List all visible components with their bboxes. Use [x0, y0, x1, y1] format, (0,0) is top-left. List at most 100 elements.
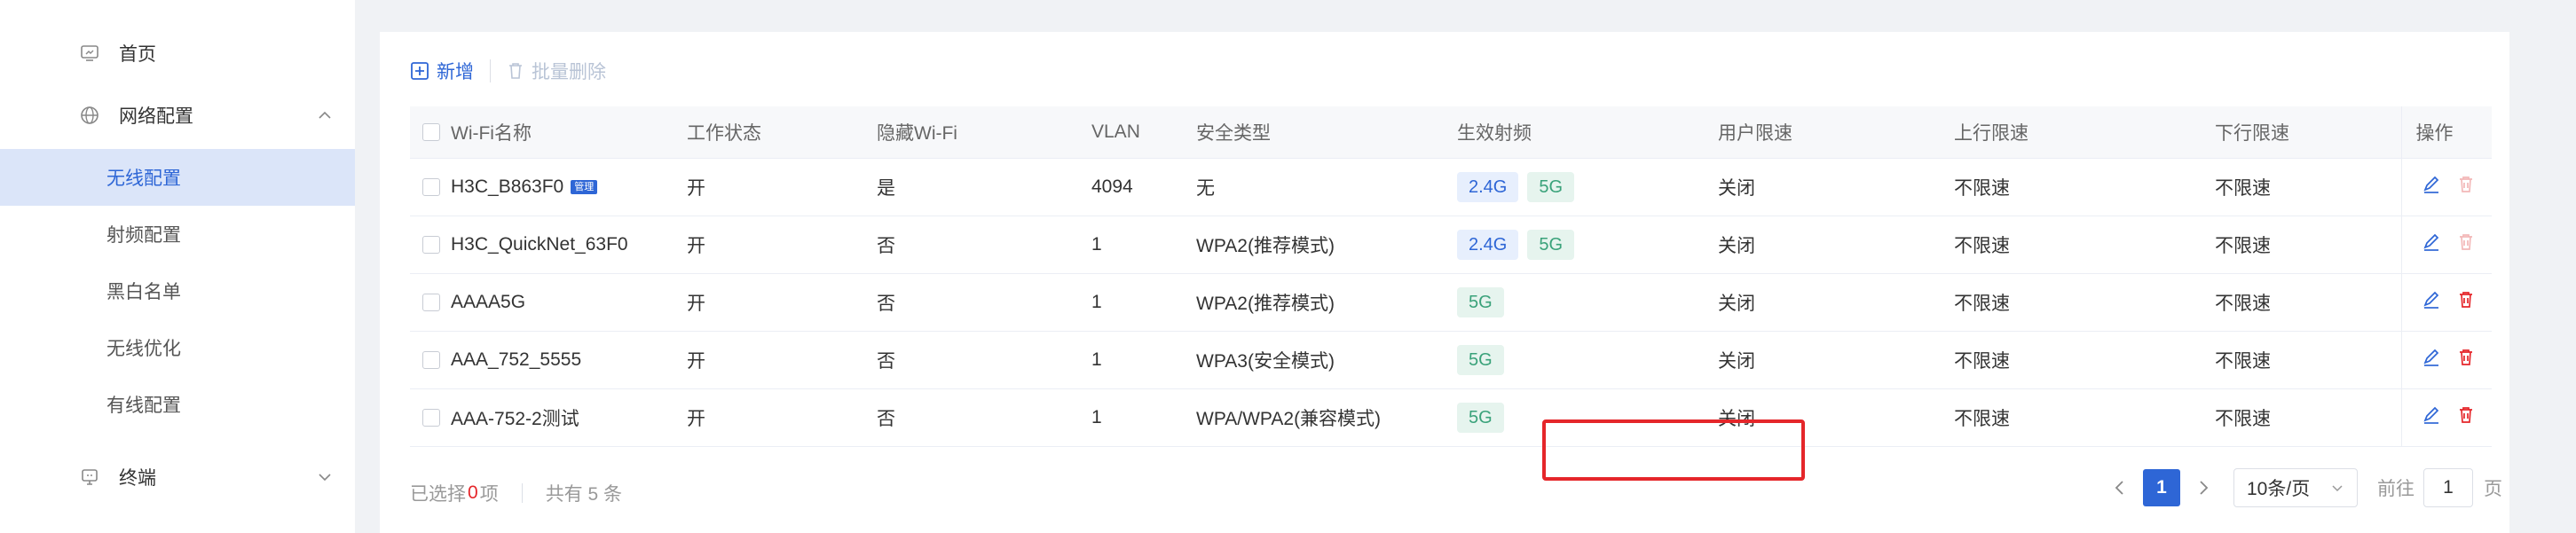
page-size-value: 10条/页 [2247, 479, 2311, 499]
band-badge-5g: 5G [1527, 172, 1575, 202]
wifi-name-cell: H3C_QuickNet_63F0 [451, 216, 687, 274]
wifi-table: Wi-Fi名称 工作状态 隐藏Wi-Fi VLAN 安全类型 生效射频 用户限速… [410, 106, 2492, 447]
edit-icon[interactable] [2422, 348, 2441, 372]
add-button[interactable]: 新增 [410, 58, 474, 84]
band-badge-5g: 5G [1527, 230, 1575, 260]
toolbar: 新增 批量删除 [410, 53, 606, 89]
sidebar-item-radio-config[interactable]: 射频配置 [0, 206, 355, 263]
table-row: AAA_752_5555 开否 1 WPA3(安全模式) 5G 关闭 不限速 不限速 [410, 331, 2492, 389]
actions-cell [2400, 388, 2492, 447]
vlan-cell: 1 [1091, 331, 1196, 389]
band-badge-5g: 5G [1457, 403, 1504, 433]
downlink-limit-cell: 不限速 [2215, 388, 2401, 447]
terminal-device-icon [80, 467, 99, 487]
sidebar-item-label: 无线优化 [106, 339, 181, 359]
column-header: 上行限速 [1954, 106, 2215, 159]
user-limit-cell: 关闭 [1718, 331, 1954, 389]
table-header-row: Wi-Fi名称 工作状态 隐藏Wi-Fi VLAN 安全类型 生效射频 用户限速… [410, 106, 2492, 159]
uplink-limit-cell: 不限速 [1954, 273, 2215, 332]
status-cell: 开 [687, 158, 877, 216]
row-checkbox[interactable] [422, 294, 440, 312]
delete-icon[interactable] [2457, 290, 2475, 315]
sidebar-item-home[interactable]: 首页 [0, 25, 355, 82]
chevron-right-icon [2200, 481, 2209, 495]
band-badge-5g: 5G [1457, 287, 1504, 317]
goto-page-input[interactable] [2423, 468, 2473, 507]
footer-divider [521, 483, 523, 503]
vlan-cell: 1 [1091, 388, 1196, 447]
page-number-button[interactable]: 1 [2143, 469, 2180, 506]
row-checkbox[interactable] [422, 409, 440, 427]
delete-icon[interactable] [2457, 348, 2475, 372]
edit-icon[interactable] [2422, 290, 2441, 315]
sidebar-item-wired-config[interactable]: 有线配置 [0, 376, 355, 433]
vlan-cell: 4094 [1091, 158, 1196, 216]
chevron-left-icon [2115, 481, 2123, 495]
wifi-name: H3C_QuickNet_63F0 [451, 234, 628, 255]
column-header: 隐藏Wi-Fi [877, 106, 1091, 159]
selected-prefix: 已选择 [410, 484, 466, 505]
table-row: H3C_B863F0 管理开是 4094 无 2.4G 5G 关闭 不限速 不限速 [410, 158, 2492, 216]
sidebar-item-label: 网络配置 [119, 106, 193, 127]
row-checkbox[interactable] [422, 351, 440, 370]
sidebar-item-network-config[interactable]: 网络配置 [0, 87, 355, 144]
next-page-button[interactable] [2193, 477, 2214, 498]
chevron-down-icon [316, 468, 334, 486]
delete-icon[interactable] [2457, 405, 2475, 430]
band-cell: 5G [1457, 273, 1718, 332]
sidebar: 首页 网络配置 无线配置 射频配置 黑白名单 无线优化 有线配置 终端 [0, 0, 355, 533]
wifi-name: AAAA5G [451, 292, 526, 312]
page-unit-label: 页 [2484, 479, 2502, 499]
edit-icon[interactable] [2422, 232, 2441, 257]
selected-count: 0 [468, 482, 478, 503]
wifi-name: AAA-752-2测试 [451, 409, 579, 429]
hidden-cell: 否 [877, 331, 1091, 389]
trash-icon [509, 63, 522, 79]
sidebar-item-black-white-list[interactable]: 黑白名单 [0, 263, 355, 319]
band-badge-2g: 2.4G [1457, 230, 1519, 260]
selected-suffix: 项 [479, 484, 499, 505]
band-badge-2g: 2.4G [1457, 172, 1519, 202]
delete-icon [2457, 232, 2475, 257]
hidden-cell: 否 [877, 273, 1091, 332]
sidebar-item-wireless-config[interactable]: 无线配置 [0, 149, 355, 206]
sidebar-item-label: 黑白名单 [106, 282, 181, 302]
chevron-up-icon [316, 106, 334, 124]
sidebar-item-wireless-optimize[interactable]: 无线优化 [0, 319, 355, 376]
band-badge-5g: 5G [1457, 345, 1504, 375]
table-row: AAA-752-2测试开否 1 WPA/WPA2(兼容模式) 5G 关闭 不限速 不限速 [410, 388, 2492, 447]
uplink-limit-cell: 不限速 [1954, 331, 2215, 389]
status-cell: 开 [687, 388, 877, 447]
hidden-cell: 是 [877, 158, 1091, 216]
actions-cell [2400, 158, 2492, 216]
sidebar-item-label: 射频配置 [106, 225, 181, 246]
batch-delete-button[interactable]: 批量删除 [507, 58, 606, 84]
security-cell: WPA/WPA2(兼容模式) [1196, 388, 1457, 447]
sidebar-item-terminal[interactable]: 终端 [0, 449, 355, 506]
wifi-name: AAA_752_5555 [451, 349, 582, 370]
prev-page-button[interactable] [2109, 477, 2131, 498]
edit-icon[interactable] [2422, 175, 2441, 200]
band-cell: 5G [1457, 388, 1718, 447]
wifi-name-cell: AAA-752-2测试 [451, 388, 687, 447]
downlink-limit-cell: 不限速 [2215, 273, 2401, 332]
downlink-limit-cell: 不限速 [2215, 216, 2401, 274]
uplink-limit-cell: 不限速 [1954, 216, 2215, 274]
edit-icon[interactable] [2422, 405, 2441, 430]
table-row: H3C_QuickNet_63F0 开否 1 WPA2(推荐模式) 2.4G 5G 关闭 不限… [410, 216, 2492, 274]
delete-icon [2457, 175, 2475, 200]
page-size-select[interactable]: 10条/页 [2233, 468, 2358, 507]
batch-delete-label: 批量删除 [532, 62, 606, 82]
row-checkbox[interactable] [422, 178, 440, 197]
vlan-cell: 1 [1091, 216, 1196, 274]
row-checkbox[interactable] [422, 236, 440, 255]
select-all-checkbox[interactable] [422, 123, 440, 142]
actions-cell [2400, 331, 2492, 389]
band-cell: 5G [1457, 331, 1718, 389]
column-header: 工作状态 [687, 106, 877, 159]
wifi-name-cell: AAAA5G [451, 273, 687, 332]
band-cell: 2.4G 5G [1457, 216, 1718, 274]
status-cell: 开 [687, 216, 877, 274]
column-header: Wi-Fi名称 [451, 106, 687, 159]
selection-summary: 已选择 0 项 共有 5 条 [410, 475, 622, 511]
